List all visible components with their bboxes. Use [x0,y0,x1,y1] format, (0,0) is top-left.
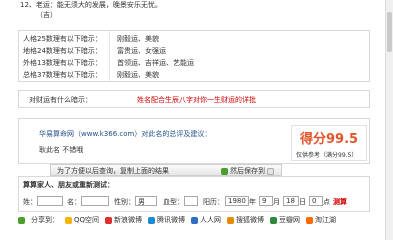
sohu-weibo-icon [227,216,235,224]
share-taojianghu[interactable]: 淘江湖 [306,215,336,225]
metrics-table: 人格25数理有以下暗示： 刚毅运、美貌 地格24数理有以下暗示： 富贵运、女强运… [18,30,370,82]
share-icon [18,216,25,224]
scrollbar-thumb[interactable] [387,12,392,52]
gender-value: 男 [138,198,145,206]
share-sohu[interactable]: 搜狐微博 [227,215,264,225]
metric-value-1: 刚毅运、美貌 [117,35,159,43]
qzone-icon [65,216,72,224]
share-qzone[interactable]: QQ空间 [65,215,99,225]
sina-weibo-icon [105,216,113,224]
day-select[interactable]: 18 [283,196,299,206]
dropdown-icon [267,167,274,175]
name-label: 名： [67,198,81,206]
hour-select[interactable]: 0 [309,196,323,206]
form-title: 算算家人、朋友或重新测试： [23,181,114,189]
tip-box: 对财运有什么暗示： 姓名配合生辰八字对你一生财运的详批 [18,90,370,108]
share-row: 分享到： QQ空间 新浪微博 腾讯微博 人人网 搜狐微博 豆瓣网 淘江湖 [18,215,336,225]
surname-input[interactable] [37,196,63,206]
douban-icon [270,216,278,224]
metric-label-3: 外格13数理有以下暗示： [23,59,102,67]
fortune-line: 12、老运：能无须大的发展，晚景安乐无忧。 [20,1,162,9]
score-board: 得分99.5 仅供参考（满分99.5） [291,125,367,161]
day-unit: 日 [299,198,306,206]
tencent-weibo-icon [148,216,156,224]
fortune-tag: （吉） [36,11,57,19]
taojianghu-icon [306,216,314,224]
share-douban[interactable]: 豆瓣网 [270,215,300,225]
share-tencent[interactable]: 腾讯微博 [148,215,185,225]
metric-label-2: 地格24数理有以下暗示： [23,47,102,55]
save-instruction: 为了方便以后查询，复制上面的结果 [57,167,169,175]
retest-form: 算算家人、朋友或重新测试： 姓： 名： 性别： 男 血型： 阳历： 1980 年… [18,176,370,212]
metric-label-1: 人格25数理有以下暗示： [23,35,102,43]
share-sina[interactable]: 新浪微博 [105,215,142,225]
save-button[interactable]: 然后保存到 [221,166,274,176]
vertical-scrollbar[interactable] [385,0,393,240]
renren-icon [191,216,199,224]
plus-icon [221,167,228,175]
share-renren[interactable]: 人人网 [191,215,221,225]
year-unit: 年 [249,198,256,206]
surname-label: 姓： [23,198,37,206]
score-note: 仅供参考（满分99.5） [296,152,358,159]
solar-label: 阳历： [203,198,224,206]
share-label: 分享到： [31,216,59,224]
metric-value-2: 富贵运、女强运 [117,47,166,55]
name-evaluation: 耿此名 不错哦 [39,146,84,154]
tip-label: 对财运有什么暗示： [29,96,92,104]
site-title: 华易算命网（www.k366.com）对此名的总评及建议： [39,130,212,138]
month-select[interactable]: 9 [259,196,273,206]
month-unit: 月 [273,198,280,206]
summary-box: 华易算命网（www.k366.com）对此名的总评及建议： 耿此名 不错哦 得分… [18,118,370,164]
submit-button[interactable]: 测算 [333,197,347,207]
score-value: 得分99.5 [300,132,359,147]
blood-label: 血型： [163,198,184,206]
metric-value-4: 刚毅运、美貌 [117,71,159,79]
gender-select[interactable]: 男 [135,196,157,206]
name-input[interactable] [81,196,109,206]
year-select[interactable]: 1980 [225,196,249,206]
hour-unit: 点 [323,198,330,206]
metric-label-4: 总格37数理有以下暗示： [23,71,102,79]
metric-value-3: 首领运、吉祥运、艺能运 [117,59,194,67]
gender-label: 性别： [114,198,135,206]
blood-select[interactable] [184,196,198,206]
tip-link[interactable]: 姓名配合生辰八字对你一生财运的详批 [137,95,256,105]
save-bar: 为了方便以后查询，复制上面的结果 然后保存到 [50,164,282,176]
